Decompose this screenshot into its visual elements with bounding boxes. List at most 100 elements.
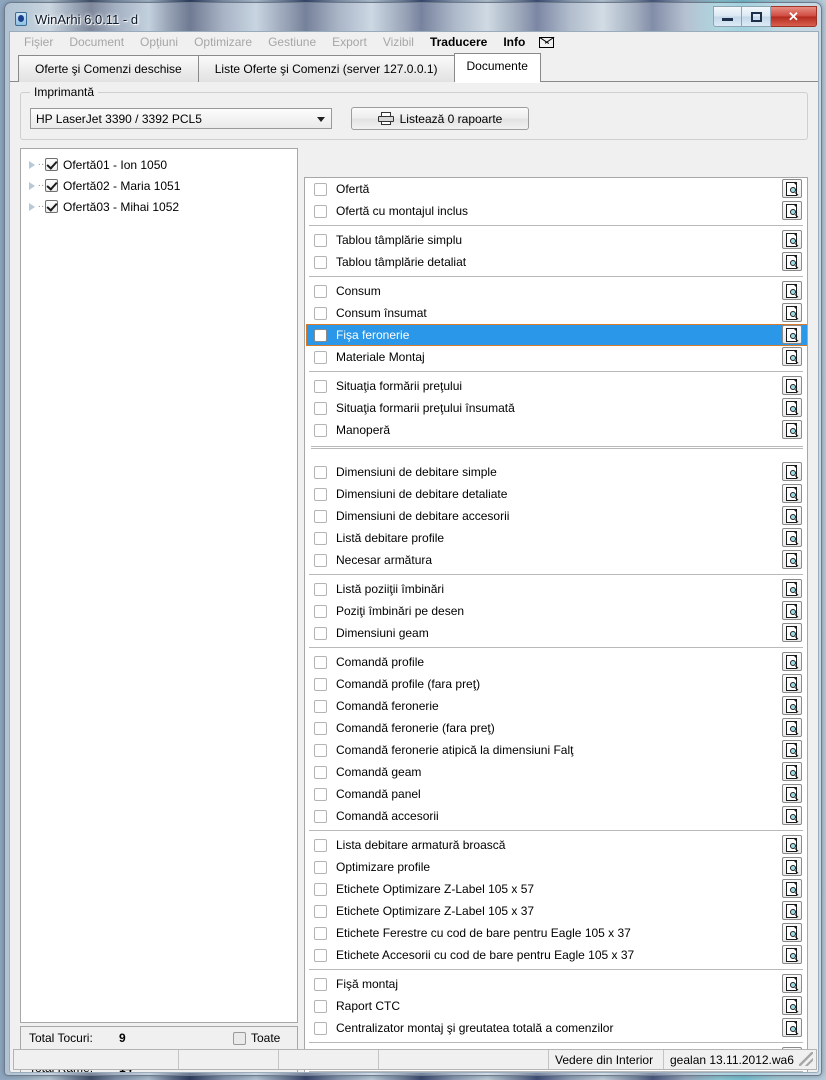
document-preview-button[interactable] bbox=[782, 806, 802, 825]
document-row[interactable]: Etichete Ferestre cu cod de bare pentru … bbox=[306, 922, 807, 944]
document-checkbox[interactable] bbox=[314, 677, 327, 691]
document-checkbox[interactable] bbox=[314, 860, 327, 874]
document-checkbox[interactable] bbox=[314, 465, 327, 479]
document-preview-button[interactable] bbox=[782, 974, 802, 993]
document-preview-button[interactable] bbox=[782, 420, 802, 439]
document-checkbox[interactable] bbox=[314, 743, 327, 757]
document-checkbox[interactable] bbox=[314, 509, 327, 523]
document-preview-button[interactable] bbox=[782, 579, 802, 598]
document-preview-button[interactable] bbox=[782, 252, 802, 271]
document-preview-button[interactable] bbox=[782, 376, 802, 395]
document-row[interactable]: Dimensiuni de debitare simple bbox=[306, 461, 807, 483]
document-row[interactable]: Tablou tâmplărie simplu bbox=[306, 229, 807, 251]
document-checkbox[interactable] bbox=[314, 838, 327, 852]
document-preview-button[interactable] bbox=[782, 303, 802, 322]
document-checkbox[interactable] bbox=[314, 655, 327, 669]
document-checkbox[interactable] bbox=[314, 401, 327, 415]
document-preview-button[interactable] bbox=[782, 674, 802, 693]
offers-tree-panel[interactable]: ·· Ofertă01 - Ion 1050 ·· Ofertă02 - Maria … bbox=[20, 148, 298, 1023]
document-checkbox[interactable] bbox=[314, 379, 327, 393]
document-checkbox[interactable] bbox=[314, 328, 327, 342]
document-row[interactable]: Etichete Accesorii cu cod de bare pentru… bbox=[306, 944, 807, 966]
document-preview-button[interactable] bbox=[782, 528, 802, 547]
document-preview-button[interactable] bbox=[782, 601, 802, 620]
document-checkbox[interactable] bbox=[314, 999, 327, 1013]
document-row[interactable]: Optimizare profile bbox=[306, 856, 807, 878]
document-row[interactable]: Comandă feronerie atipică la dimensiuni … bbox=[306, 739, 807, 761]
document-row[interactable]: Situaţia formării preţului bbox=[306, 375, 807, 397]
document-row[interactable]: Comandă feronerie (fara preţ) bbox=[306, 717, 807, 739]
document-checkbox[interactable] bbox=[314, 582, 327, 596]
document-row[interactable]: Comandă accesorii bbox=[306, 805, 807, 827]
document-checkbox[interactable] bbox=[314, 699, 327, 713]
document-preview-button[interactable] bbox=[782, 879, 802, 898]
document-checkbox[interactable] bbox=[314, 926, 327, 940]
print-reports-button[interactable]: Listează 0 rapoarte bbox=[351, 107, 529, 130]
document-preview-button[interactable] bbox=[782, 506, 802, 525]
document-preview-button[interactable] bbox=[782, 230, 802, 249]
document-preview-button[interactable] bbox=[782, 201, 802, 220]
close-button[interactable]: ✕ bbox=[771, 6, 817, 27]
document-checkbox[interactable] bbox=[314, 948, 327, 962]
document-row[interactable]: Comandă geam bbox=[306, 761, 807, 783]
document-preview-button[interactable] bbox=[782, 996, 802, 1015]
document-row[interactable]: Comandă feronerie bbox=[306, 695, 807, 717]
document-checkbox[interactable] bbox=[314, 487, 327, 501]
document-checkbox[interactable] bbox=[314, 204, 327, 218]
document-row[interactable]: Ofertă bbox=[306, 178, 807, 200]
document-row[interactable]: Raport CTC bbox=[306, 995, 807, 1017]
document-row[interactable]: Dimensiuni de debitare accesorii bbox=[306, 505, 807, 527]
document-preview-button[interactable] bbox=[782, 901, 802, 920]
document-checkbox[interactable] bbox=[314, 904, 327, 918]
document-checkbox[interactable] bbox=[314, 604, 327, 618]
document-row[interactable]: Listă debitare profile bbox=[306, 527, 807, 549]
document-row[interactable]: Materiale Montaj bbox=[306, 346, 807, 368]
document-checkbox[interactable] bbox=[314, 787, 327, 801]
document-preview-button[interactable] bbox=[782, 857, 802, 876]
tab-open-offers[interactable]: Oferte şi Comenzi deschise bbox=[18, 55, 199, 82]
document-row[interactable]: Fişa feronerie bbox=[306, 324, 807, 346]
document-preview-button[interactable] bbox=[782, 784, 802, 803]
document-row[interactable]: Dimensiuni de debitare detaliate bbox=[306, 483, 807, 505]
tab-offers-lists[interactable]: Liste Oferte şi Comenzi (server 127.0.0.… bbox=[197, 55, 455, 82]
document-checkbox[interactable] bbox=[314, 977, 327, 991]
document-row[interactable]: Manoperă bbox=[306, 419, 807, 441]
document-row[interactable]: Comandă panel bbox=[306, 783, 807, 805]
document-checkbox[interactable] bbox=[314, 306, 327, 320]
tree-item-checkbox[interactable] bbox=[45, 179, 58, 192]
document-checkbox[interactable] bbox=[314, 721, 327, 735]
maximize-button[interactable] bbox=[742, 6, 771, 27]
document-preview-button[interactable] bbox=[782, 696, 802, 715]
document-checkbox[interactable] bbox=[314, 553, 327, 567]
document-preview-button[interactable] bbox=[782, 281, 802, 300]
document-checkbox[interactable] bbox=[314, 1021, 327, 1035]
document-row[interactable]: Comandă profile (fara preţ) bbox=[306, 673, 807, 695]
document-checkbox[interactable] bbox=[314, 626, 327, 640]
document-checkbox[interactable] bbox=[314, 182, 327, 196]
document-preview-button[interactable] bbox=[782, 1018, 802, 1037]
toate-checkbox[interactable]: Toate bbox=[233, 1031, 280, 1045]
document-preview-button[interactable] bbox=[782, 347, 802, 366]
tree-item-offer[interactable]: ·· Ofertă02 - Maria 1051 bbox=[21, 176, 297, 195]
minimize-button[interactable] bbox=[713, 6, 742, 27]
document-preview-button[interactable] bbox=[782, 762, 802, 781]
menu-item-info[interactable]: Info bbox=[495, 34, 533, 50]
document-row[interactable]: Fişă montaj bbox=[306, 973, 807, 995]
document-preview-button[interactable] bbox=[782, 398, 802, 417]
document-row[interactable]: Lista debitare armatură broască bbox=[306, 834, 807, 856]
document-row[interactable]: Etichete Optimizare Z-Label 105 x 57 bbox=[306, 878, 807, 900]
tree-item-checkbox[interactable] bbox=[45, 200, 58, 213]
document-preview-button[interactable] bbox=[782, 652, 802, 671]
document-row[interactable]: Ofertă cu montajul inclus bbox=[306, 200, 807, 222]
expand-arrow-icon[interactable] bbox=[29, 160, 35, 169]
tree-item-checkbox[interactable] bbox=[45, 158, 58, 171]
tree-item-offer[interactable]: ·· Ofertă01 - Ion 1050 bbox=[21, 155, 297, 174]
document-preview-button[interactable] bbox=[782, 923, 802, 942]
document-preview-button[interactable] bbox=[782, 740, 802, 759]
document-checkbox[interactable] bbox=[314, 350, 327, 364]
document-preview-button[interactable] bbox=[782, 462, 802, 481]
resize-grip[interactable] bbox=[799, 1052, 813, 1066]
document-preview-button[interactable] bbox=[782, 550, 802, 569]
document-preview-button[interactable] bbox=[782, 179, 802, 198]
document-preview-button[interactable] bbox=[782, 623, 802, 642]
